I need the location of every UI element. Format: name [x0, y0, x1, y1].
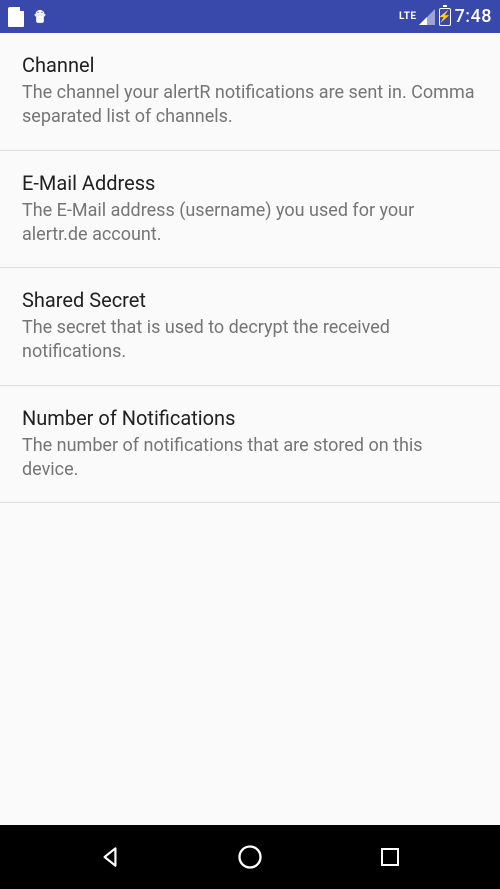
back-button[interactable]	[94, 841, 126, 873]
setting-desc: The E-Mail address (username) you used f…	[22, 199, 478, 248]
triangle-back-icon	[97, 844, 123, 870]
sd-card-icon	[8, 7, 24, 27]
home-button[interactable]	[234, 841, 266, 873]
setting-channel[interactable]: Channel The channel your alertR notifica…	[0, 33, 500, 151]
debug-icon	[32, 9, 48, 25]
signal-icon	[419, 9, 435, 25]
setting-desc: The secret that is used to decrypt the r…	[22, 316, 478, 365]
bolt-icon: ⚡	[438, 11, 452, 22]
settings-list: Channel The channel your alertR notifica…	[0, 33, 500, 503]
setting-title: E-Mail Address	[22, 171, 478, 195]
setting-title: Shared Secret	[22, 288, 478, 312]
square-recent-icon	[378, 845, 402, 869]
network-type: LTE	[399, 11, 417, 22]
circle-home-icon	[236, 843, 264, 871]
setting-email[interactable]: E-Mail Address The E-Mail address (usern…	[0, 151, 500, 269]
setting-title: Number of Notifications	[22, 406, 478, 430]
status-right: LTE ⚡ 7:48	[399, 6, 492, 27]
status-bar: LTE ⚡ 7:48	[0, 0, 500, 33]
setting-title: Channel	[22, 53, 478, 77]
navigation-bar	[0, 825, 500, 889]
status-left	[8, 7, 48, 27]
setting-shared-secret[interactable]: Shared Secret The secret that is used to…	[0, 268, 500, 386]
clock: 7:48	[455, 6, 492, 27]
setting-notification-count[interactable]: Number of Notifications The number of no…	[0, 386, 500, 504]
setting-desc: The channel your alertR notifications ar…	[22, 81, 478, 130]
setting-desc: The number of notifications that are sto…	[22, 434, 478, 483]
battery-icon: ⚡	[439, 8, 451, 26]
recent-apps-button[interactable]	[374, 841, 406, 873]
